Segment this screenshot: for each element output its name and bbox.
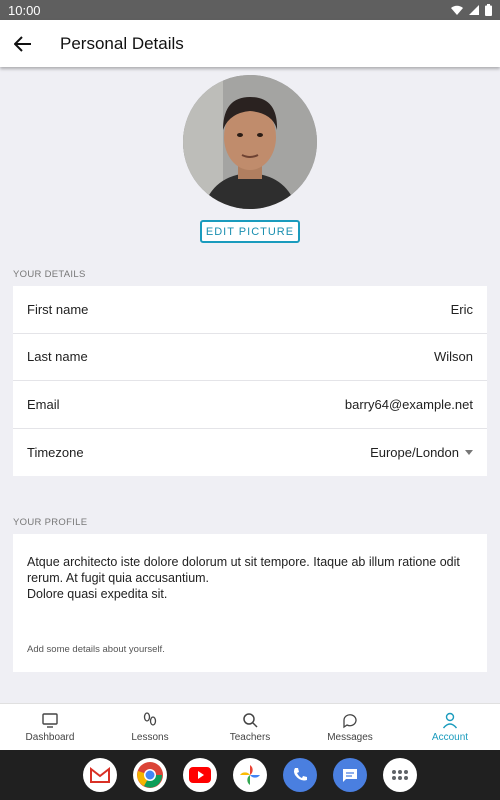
first-name-label: First name <box>27 301 89 317</box>
profile-hint: Add some details about yourself. <box>27 644 165 655</box>
first-name-value: Eric <box>450 301 473 317</box>
app-drawer-button[interactable] <box>383 758 417 792</box>
profile-textarea[interactable]: Atque architecto iste dolore dolorum ut … <box>13 534 487 624</box>
details-card: First name Eric Last name Wilson Email b… <box>13 286 487 476</box>
photos-app[interactable] <box>233 758 267 792</box>
arrow-left-icon <box>14 35 31 52</box>
bottom-nav: Dashboard Lessons Teachers Messages Acco… <box>0 703 500 750</box>
app-bar: Personal Details <box>0 20 500 67</box>
photos-icon <box>240 765 260 785</box>
chrome-app[interactable] <box>133 758 167 792</box>
youtube-app[interactable] <box>183 758 217 792</box>
gmail-icon <box>90 767 110 783</box>
content-scroll-area[interactable]: EDIT PICTURE YOUR DETAILS First name Eri… <box>0 67 500 703</box>
email-label: Email <box>27 396 60 412</box>
chrome-icon <box>137 762 163 788</box>
email-row[interactable]: Email barry64@example.net <box>13 381 487 429</box>
timezone-select[interactable]: Europe/London <box>370 445 473 460</box>
nav-messages[interactable]: Messages <box>300 704 400 750</box>
status-icons <box>451 4 492 16</box>
timezone-value: Europe/London <box>370 444 459 460</box>
first-name-row[interactable]: First name Eric <box>13 286 487 334</box>
page-title: Personal Details <box>60 33 184 53</box>
app-drawer-icon <box>392 770 408 780</box>
system-dock <box>0 750 500 800</box>
avatar <box>183 75 317 209</box>
profile-photo <box>183 75 317 209</box>
nav-teachers[interactable]: Teachers <box>200 704 300 750</box>
wifi-icon <box>451 5 463 15</box>
phone-icon <box>294 768 307 781</box>
timezone-row[interactable]: Timezone Europe/London <box>13 429 487 477</box>
person-icon <box>442 712 458 729</box>
phone-app[interactable] <box>283 758 317 792</box>
your-details-label: YOUR DETAILS <box>13 269 86 280</box>
email-value: barry64@example.net <box>344 396 473 412</box>
profile-card[interactable]: Atque architecto iste dolore dolorum ut … <box>13 534 487 672</box>
back-button[interactable] <box>0 21 46 67</box>
footsteps-icon <box>143 712 157 726</box>
caret-down-icon <box>465 449 473 455</box>
timezone-label: Timezone <box>27 444 84 460</box>
nav-account-label: Account <box>431 732 469 743</box>
status-bar: 10:00 <box>0 0 500 20</box>
edit-picture-button[interactable]: EDIT PICTURE <box>200 220 300 243</box>
search-icon <box>243 713 258 728</box>
chat-bubbles-icon <box>343 714 357 729</box>
nav-teachers-label: Teachers <box>229 732 271 743</box>
monitor-icon <box>42 713 58 728</box>
your-profile-label: YOUR PROFILE <box>13 517 88 528</box>
nav-messages-label: Messages <box>327 732 373 743</box>
signal-icon <box>469 5 479 15</box>
youtube-icon <box>189 767 211 783</box>
battery-icon <box>485 4 492 16</box>
messages-app[interactable] <box>333 758 367 792</box>
gmail-app[interactable] <box>83 758 117 792</box>
nav-dashboard-label: Dashboard <box>25 732 75 743</box>
last-name-label: Last name <box>27 349 88 365</box>
messages-app-icon <box>343 769 357 782</box>
nav-dashboard[interactable]: Dashboard <box>0 704 100 750</box>
nav-account[interactable]: Account <box>400 704 500 750</box>
nav-lessons-label: Lessons <box>131 732 169 743</box>
status-time: 10:00 <box>8 2 41 18</box>
last-name-value: Wilson <box>433 349 473 365</box>
last-name-row[interactable]: Last name Wilson <box>13 334 487 381</box>
nav-lessons[interactable]: Lessons <box>100 704 200 750</box>
